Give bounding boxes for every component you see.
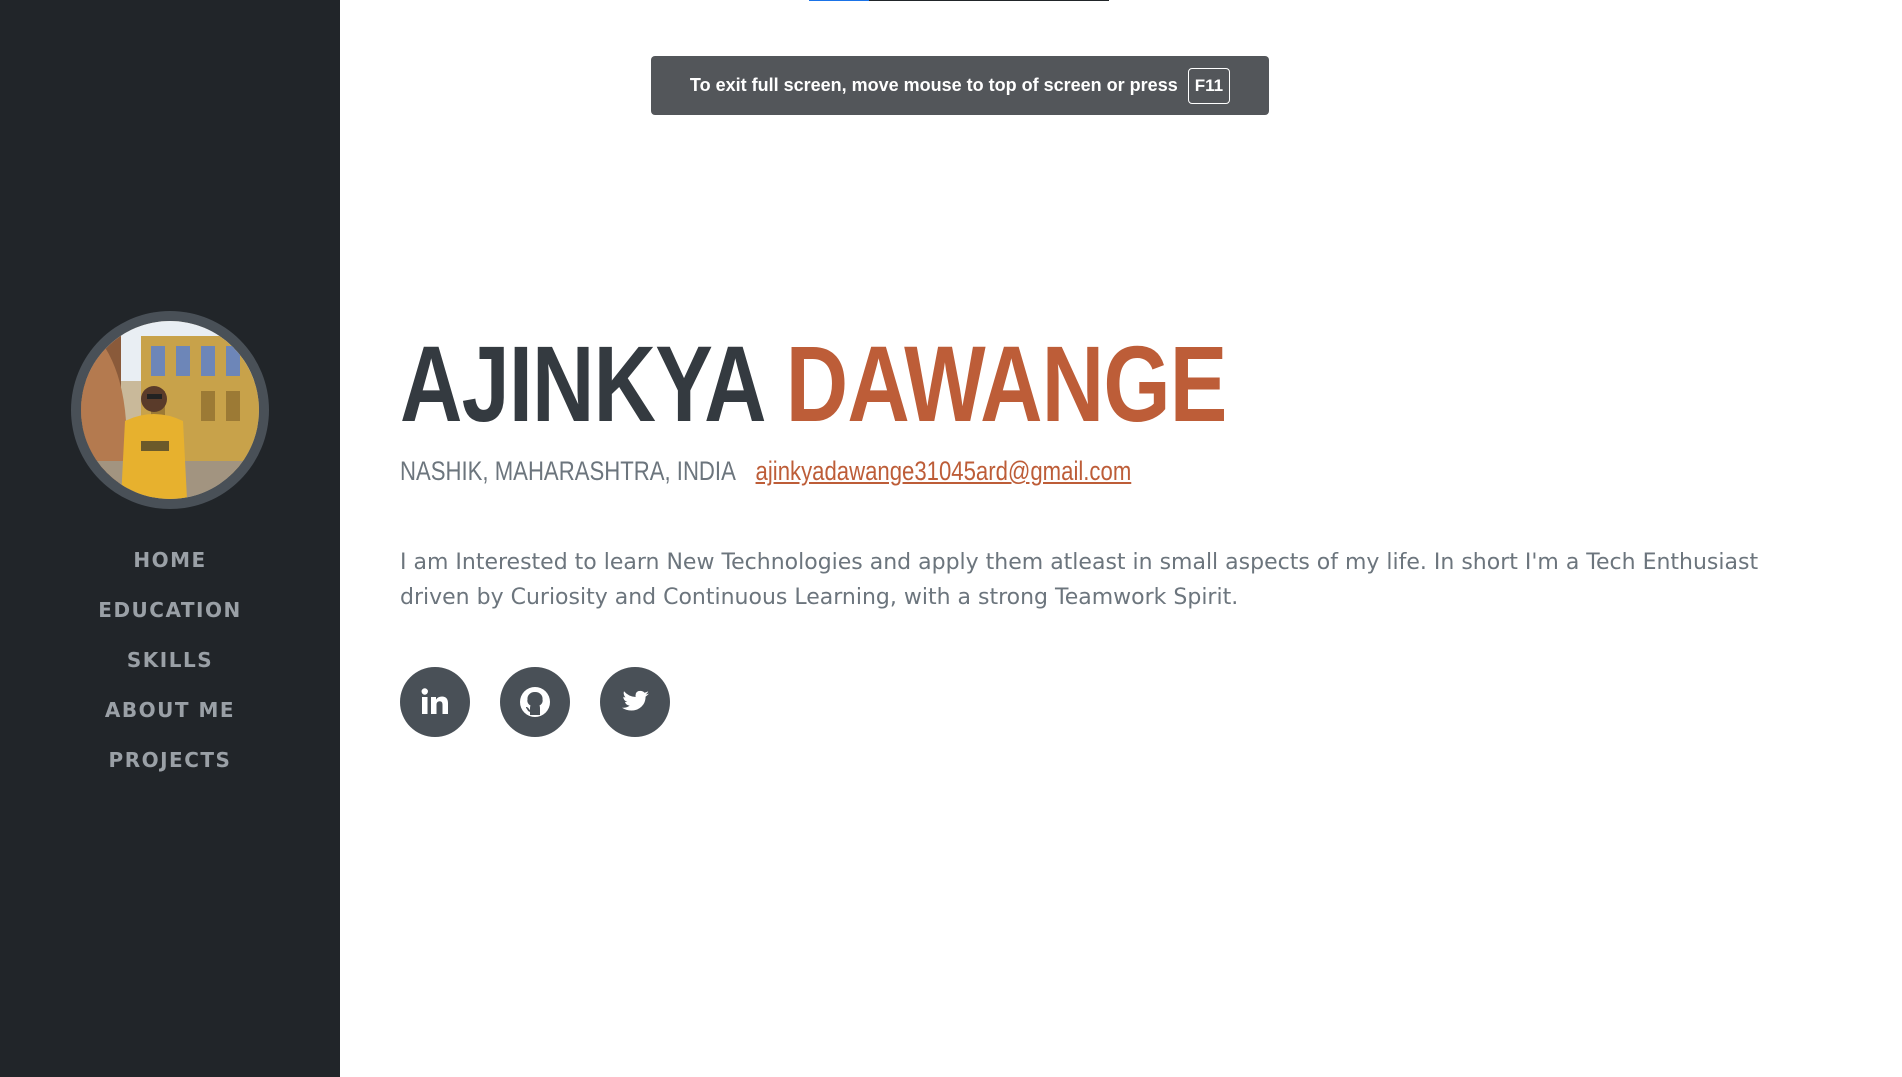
location: NASHIK, MAHARASHTRA, INDIA: [400, 456, 735, 486]
fullscreen-toast: To exit full screen, move mouse to top o…: [651, 56, 1269, 115]
github-icon: [520, 687, 550, 717]
scroll-progress-fill: [809, 0, 869, 1]
last-name: DAWANGE: [785, 323, 1228, 444]
nav-item-skills[interactable]: SKILLS: [0, 635, 340, 685]
social-icons: [400, 667, 1800, 737]
fullscreen-exit-key: F11: [1187, 67, 1231, 104]
fullscreen-toast-message: To exit full screen, move mouse to top o…: [689, 75, 1178, 95]
email-link[interactable]: ajinkyadawange31045ard@gmail.com: [756, 456, 1132, 486]
nav-item-projects[interactable]: PROJECTS: [0, 735, 340, 785]
linkedin-icon: [421, 688, 448, 714]
sidebar: HOME EDUCATION SKILLS ABOUT ME PROJECTS: [0, 0, 340, 1077]
about-section: AJINKYA DAWANGE NASHIK, MAHARASHTRA, IND…: [400, 330, 1800, 737]
avatar-image: [81, 321, 259, 499]
bio-text: I am Interested to learn New Technologie…: [400, 550, 1759, 610]
scroll-progress-indicator: [809, 0, 1109, 1]
linkedin-button[interactable]: [400, 667, 470, 737]
sidebar-nav: HOME EDUCATION SKILLS ABOUT ME PROJECTS: [0, 535, 340, 785]
profile-name: AJINKYA DAWANGE: [400, 330, 1520, 438]
twitter-button[interactable]: [600, 667, 670, 737]
nav-item-about-me[interactable]: ABOUT ME: [0, 685, 340, 735]
nav-item-home[interactable]: HOME: [0, 535, 340, 585]
twitter-icon: [622, 690, 649, 711]
github-button[interactable]: [500, 667, 570, 737]
first-name: AJINKYA: [400, 323, 763, 444]
avatar[interactable]: [81, 321, 259, 499]
avatar-frame: [71, 311, 269, 509]
nav-item-education[interactable]: EDUCATION: [0, 585, 340, 635]
contact-line: NASHIK, MAHARASHTRA, INDIA ajinkyadawang…: [400, 456, 1548, 487]
